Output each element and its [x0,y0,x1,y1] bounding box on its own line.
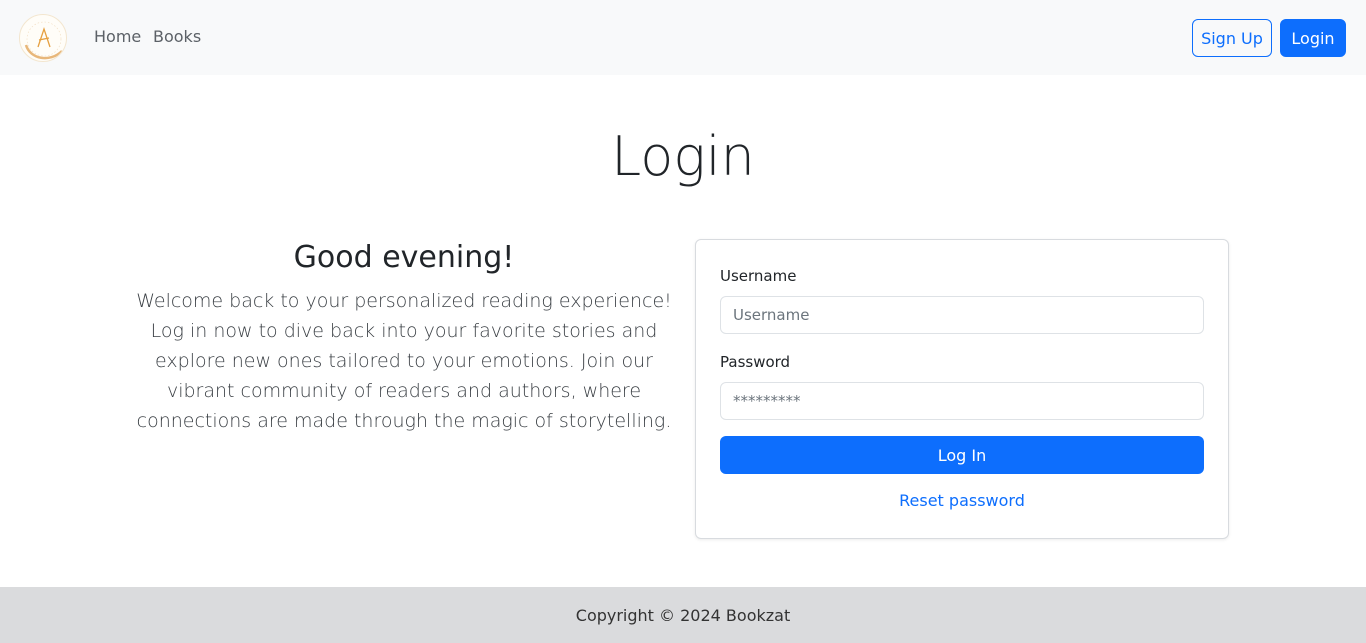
password-label: Password [720,353,791,371]
copyright-text: Copyright © 2024 Bookzat [575,605,791,625]
reset-password-link[interactable]: Reset password [696,491,1228,511]
page-title: Login [611,125,755,188]
username-input[interactable] [720,296,1204,334]
password-input[interactable] [720,382,1204,420]
signup-button[interactable]: Sign Up [1192,19,1272,57]
greeting-heading: Good evening! [293,240,515,275]
nav-login-button[interactable]: Login [1280,19,1346,57]
nav-books-link[interactable]: Books [153,27,201,47]
navbar: Home Books Sign Up Login [0,0,1366,75]
welcome-text: Welcome back to your personalized readin… [136,290,672,432]
nav-home-link[interactable]: Home [94,27,141,47]
footer: Copyright © 2024 Bookzat [0,587,1366,643]
brand-logo-icon[interactable] [19,14,67,62]
login-submit-button[interactable]: Log In [720,436,1204,474]
username-label: Username [720,267,797,285]
login-card: Username Password Log In Reset password [695,239,1229,539]
